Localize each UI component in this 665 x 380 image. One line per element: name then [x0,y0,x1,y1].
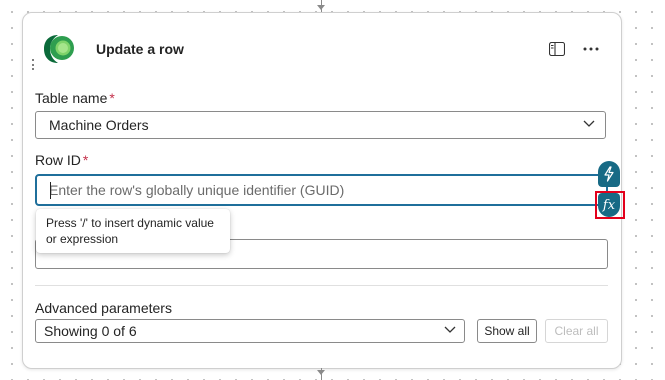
table-name-label: Table name * [35,90,115,106]
show-all-button[interactable]: Show all [477,319,537,343]
tooltip: Press '/' to insert dynamic value or exp… [36,209,230,253]
divider [35,285,608,286]
action-title: Update a row [96,41,184,57]
chevron-down-icon [444,326,456,333]
highlight-box [595,191,625,219]
chevron-down-icon [583,120,595,127]
arrow-down-icon [317,5,325,10]
action-card: Update a row Table name * Machine Orders … [22,12,625,369]
table-name-label-text: Table name [35,90,108,106]
tooltip-line-1: Press '/' to insert dynamic value [46,216,214,230]
required-mark: * [82,152,89,168]
arrow-down-icon [317,370,325,375]
row-id-label-text: Row ID [35,152,81,168]
row-id-input[interactable]: Enter the row's globally unique identifi… [35,174,608,206]
dynamic-content-button[interactable] [598,161,620,187]
dataverse-logo-icon [38,31,78,67]
more-options-icon[interactable] [580,39,602,59]
advanced-parameters-label: Advanced parameters [35,300,172,316]
clear-all-button[interactable]: Clear all [545,319,608,343]
tooltip-line-2: or expression [46,232,119,246]
advanced-parameters-dropdown[interactable]: Showing 0 of 6 [35,319,465,343]
lightning-icon [604,166,614,182]
advanced-parameters-value: Showing 0 of 6 [44,323,137,339]
row-id-placeholder: Enter the row's globally unique identifi… [49,182,345,198]
row-id-label: Row ID * [35,152,88,168]
text-caret [50,182,51,199]
table-name-dropdown[interactable]: Machine Orders [35,111,606,139]
required-mark: * [109,90,115,106]
drag-handle-icon[interactable] [32,59,36,71]
table-name-value: Machine Orders [49,117,149,133]
panel-icon[interactable] [546,39,568,59]
